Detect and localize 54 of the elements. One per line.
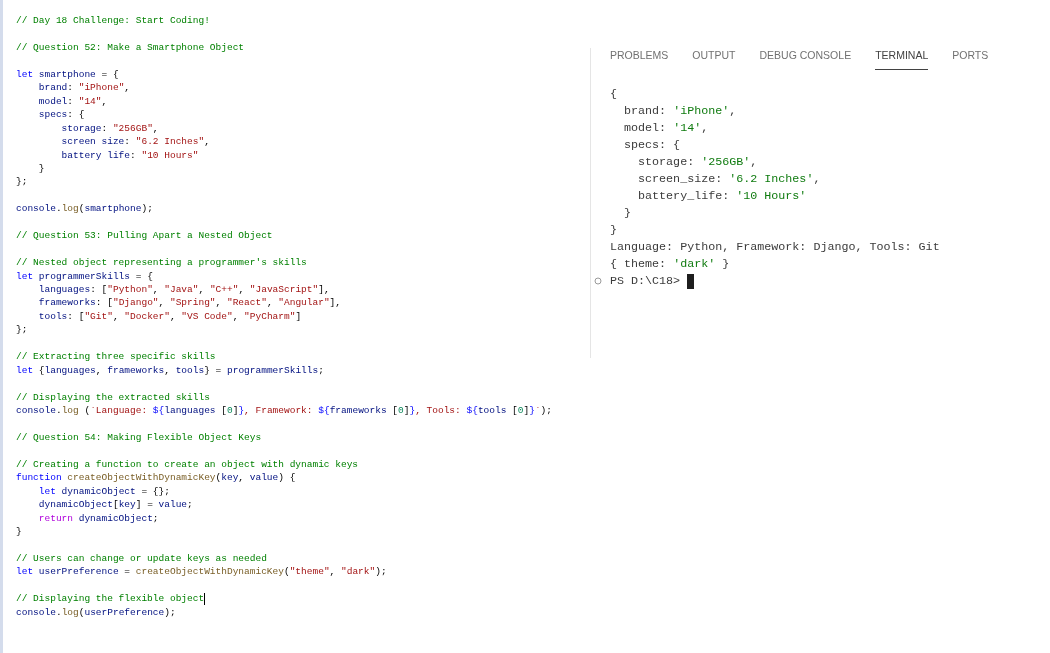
terminal-prompt: PS D:\C18> [610,272,681,290]
panel-tab[interactable]: OUTPUT [692,48,736,70]
circle-icon [594,277,602,286]
terminal-line: specs: { [623,136,682,154]
terminal-line: brand: 'iPhone', [623,102,738,120]
terminal-line: Language: Python, Framework: Django, Tools: Git [610,238,941,256]
code-line: // Displaying the extracted skills [16,390,211,405]
panel-tab[interactable]: PROBLEMS [610,48,669,70]
code-line: languages: ["Python", "Java", "C++", "JavaScript"], [37,283,331,297]
panel-tab[interactable]: DEBUG CONSOLE [759,48,852,70]
text-cursor [204,592,206,605]
code-line: tools: ["Git", "Docker", "VS Code", "PyCharm"] [37,309,303,324]
code-line: }; [16,323,29,337]
code-line: // Displaying the flexible object [16,592,207,606]
terminal-line: } [610,221,618,239]
code-line: dynamicObject[key] = value; [37,498,194,512]
code-line: let programmerSkills = { [16,269,154,283]
code-line: screen size: "6.2 Inches", [60,135,211,149]
terminal-line: storage: '256GB', [637,153,759,171]
code-line: }; [16,175,29,189]
code-line: let dynamicObject = {}; [37,484,171,499]
panel-tab[interactable]: PORTS [952,48,989,70]
code-line: function createObjectWithDynamicKey(key, value) { [16,471,297,485]
code-line: return dynamicObject; [37,511,160,526]
code-line: } [16,525,23,539]
code-line: battery life: "10 Hours" [60,148,200,162]
code-line: model: "14", [37,94,109,109]
code-line: // Extracting three specific skills [16,350,217,364]
code-line: storage: "256GB", [60,121,160,136]
code-line: console.log(userPreference); [16,605,177,620]
code-line: } [37,161,46,176]
code-line: frameworks: ["Django", "Spring", "React", "Angular"], [37,296,342,310]
code-line: // Nested object representing a programmer's skills [16,256,308,270]
code-line: // Creating a function to create an object with dynamic keys [16,457,360,472]
terminal-line: { theme: 'dark' } [610,255,731,273]
code-line: let smartphone = { [16,67,120,82]
code-line: // Question 53: Pulling Apart a Nested Object [16,229,274,243]
terminal-line: battery_life: '10 Hours' [637,187,808,205]
code-line: let {languages, frameworks, tools} = programmerSkills; [16,363,325,378]
terminal-line: screen_size: '6.2 Inches', [637,170,822,188]
terminal-line: } [623,204,633,222]
terminal-cursor [687,273,695,289]
terminal-line: { [610,85,618,103]
panel-tab[interactable]: TERMINAL [875,48,929,70]
code-line: console.log (`Language: ${languages [0]}, Framework: ${frameworks [0]}, Tools: ${tools [0]}`); [16,404,553,418]
terminal-line: model: '14', [623,119,710,137]
code-line: console.log(smartphone); [16,202,154,216]
code-line: let userPreference = createObjectWithDynamicKey("theme", "dark"); [16,565,388,579]
code-line: brand: "iPhone", [37,81,132,95]
code-line: // Day 18 Challenge: Start Coding! [16,14,211,28]
code-line: specs: { [37,108,86,122]
code-line: // Question 52: Make a Smartphone Object [16,40,246,55]
code-line: // Users can change or update keys as needed [16,551,268,566]
code-line: // Question 54: Making Flexible Object Keys [16,430,263,445]
